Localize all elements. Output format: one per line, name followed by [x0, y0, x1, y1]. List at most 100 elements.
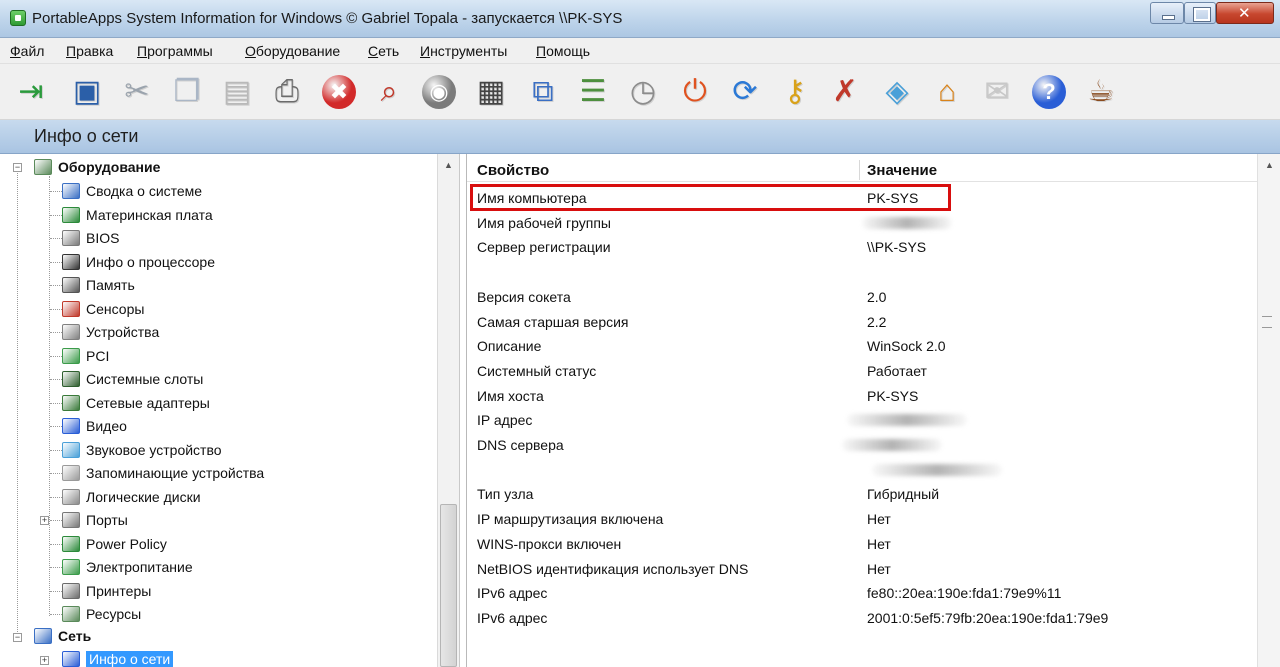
- table-row[interactable]: Сервер регистрации \\PK-SYS: [467, 235, 1257, 259]
- tree-item-memory[interactable]: Память: [62, 274, 135, 296]
- table-row[interactable]: Описание WinSock 2.0: [467, 334, 1257, 358]
- table-row[interactable]: Тип узла Гибридный: [467, 482, 1257, 506]
- tree-item-battery[interactable]: Электропитание: [62, 556, 193, 578]
- tree-item-sensor[interactable]: Сенсоры: [62, 298, 144, 320]
- ports-expander[interactable]: +: [40, 516, 49, 525]
- toolbar-button-stop[interactable]: ✖: [320, 73, 358, 111]
- network-expander[interactable]: −: [13, 633, 22, 642]
- table-row[interactable]: Имя хоста PK-SYS: [467, 384, 1257, 408]
- menu-network[interactable]: Сеть: [368, 43, 399, 59]
- tools-icon: ✗: [832, 75, 858, 108]
- details-scroll-up-arrow[interactable]: ▲: [1265, 160, 1274, 170]
- details-scrollbar-grip[interactable]: [1262, 316, 1272, 328]
- tree-item-network[interactable]: Сеть: [34, 625, 91, 647]
- tree-item-cpu[interactable]: Инфо о процессоре: [62, 251, 215, 273]
- motherboard-icon: [62, 206, 80, 223]
- toolbar-button-copy[interactable]: ❐: [168, 73, 206, 111]
- tree-item-label: Логические диски: [86, 488, 201, 505]
- map-icon: ◈: [885, 75, 909, 108]
- tree-item-printer[interactable]: Принтеры: [62, 580, 151, 602]
- table-row[interactable]: IPv6 адрес fe80::20ea:190e:fda1:79e9%11: [467, 581, 1257, 605]
- tree-item-ports[interactable]: Порты: [62, 509, 128, 531]
- info-icon: [62, 651, 80, 667]
- table-row[interactable]: [467, 260, 1257, 284]
- toolbar-button-paste[interactable]: ▤: [218, 73, 256, 111]
- toolbar-button-list[interactable]: ☰: [574, 73, 612, 111]
- tree-item-label: Видео: [86, 418, 127, 434]
- hardware-icon: [34, 159, 52, 175]
- toolbar-button-map[interactable]: ◈: [878, 73, 916, 111]
- network-info-expander[interactable]: +: [40, 656, 49, 665]
- tree-item-resources[interactable]: Ресурсы: [62, 603, 141, 625]
- tree-item-pci[interactable]: PCI: [62, 345, 109, 367]
- tree-item-slots[interactable]: Системные слоты: [62, 368, 203, 390]
- table-row[interactable]: WINS-прокси включен Нет: [467, 532, 1257, 556]
- navigation-tree[interactable]: − Оборудование Сводка о системе Материнская…: [0, 154, 460, 667]
- menu-help[interactable]: Помощь: [536, 43, 590, 59]
- toolbar-button-key[interactable]: ⚷: [776, 73, 814, 111]
- tree-item-bios[interactable]: BIOS: [62, 227, 119, 249]
- tree-item-motherboard[interactable]: Материнская плата: [62, 204, 213, 226]
- toolbar-button-coffee[interactable]: ☕: [1082, 73, 1120, 111]
- toolbar-button-network[interactable]: ⧉: [524, 73, 562, 111]
- table-row[interactable]: Имя рабочей группы: [467, 211, 1257, 235]
- menu-edit[interactable]: Правка: [66, 43, 113, 59]
- table-row[interactable]: IP адрес: [467, 408, 1257, 432]
- minimize-button[interactable]: [1150, 2, 1184, 24]
- tree-item-devices[interactable]: Устройства: [62, 321, 159, 343]
- toolbar-button-save[interactable]: ▣: [68, 73, 106, 111]
- tree-item-label: Оборудование: [58, 159, 161, 175]
- table-row[interactable]: Самая старшая версия 2.2: [467, 310, 1257, 334]
- toolbar-button-help[interactable]: ?: [1030, 73, 1068, 111]
- toolbar-button-power[interactable]: ⏻: [676, 73, 714, 111]
- toolbar-button-refresh[interactable]: ⟳: [726, 73, 764, 111]
- toolbar-button-cut[interactable]: ✂: [118, 73, 156, 111]
- toolbar-button-find[interactable]: ⌕: [370, 73, 408, 111]
- table-row[interactable]: IPv6 адрес 2001:0:5ef5:79fb:20ea:190e:fda…: [467, 606, 1257, 630]
- tree-item-disk[interactable]: Логические диски: [62, 486, 201, 508]
- sensor-icon: [62, 300, 80, 317]
- menu-file[interactable]: Файл: [10, 43, 44, 59]
- page-title: Инфо о сети: [34, 126, 139, 146]
- tree-guide-line: [50, 191, 62, 192]
- tree-item-hardware[interactable]: Оборудование: [34, 156, 160, 178]
- table-row[interactable]: [467, 458, 1257, 482]
- table-row[interactable]: Версия сокета 2.0: [467, 285, 1257, 309]
- column-divider[interactable]: [859, 160, 860, 180]
- title-bar[interactable]: PortableApps System Information for Wind…: [0, 0, 1280, 38]
- column-header-property[interactable]: Свойство: [477, 162, 549, 179]
- tree-item-network-adapter[interactable]: Сетевые адаптеры: [62, 392, 210, 414]
- tree-item-video[interactable]: Видео: [62, 415, 127, 437]
- tree-scrollbar-thumb[interactable]: [440, 504, 457, 667]
- redacted-value: [872, 463, 1002, 476]
- toolbar-button-home[interactable]: ⌂: [928, 73, 966, 111]
- tree-item-sound[interactable]: Звуковое устройство: [62, 439, 222, 461]
- table-row[interactable]: IP маршрутизация включена Нет: [467, 507, 1257, 531]
- toolbar-button-memory[interactable]: ▦: [472, 73, 510, 111]
- tree-item-power-policy[interactable]: Power Policy: [62, 533, 167, 555]
- toolbar-button-stopwatch[interactable]: ◷: [624, 73, 662, 111]
- menu-hardware[interactable]: Оборудование: [245, 43, 340, 59]
- tree-scroll-up-arrow[interactable]: ▲: [444, 160, 453, 170]
- hardware-expander[interactable]: −: [13, 163, 22, 172]
- table-row[interactable]: DNS сервера: [467, 433, 1257, 457]
- maximize-button[interactable]: [1184, 2, 1216, 24]
- tree-item-label: Устройства: [86, 324, 160, 340]
- column-header-value[interactable]: Значение: [867, 162, 937, 179]
- toolbar-button-tools[interactable]: ✗: [826, 73, 864, 111]
- table-row[interactable]: Системный статус Работает: [467, 359, 1257, 383]
- details-scrollbar[interactable]: [1257, 154, 1280, 667]
- details-list[interactable]: Свойство Значение Имя компьютера PK-SYS Им…: [466, 154, 1280, 667]
- property-name: DNS сервера: [477, 437, 564, 453]
- menu-programs[interactable]: Программы: [137, 43, 213, 59]
- tree-item-network-info[interactable]: Инфо о сети: [62, 648, 174, 667]
- toolbar-button-gauge[interactable]: ◉: [420, 73, 458, 111]
- tree-item-storage[interactable]: Запоминающие устройства: [62, 462, 264, 484]
- toolbar-button-print[interactable]: ⎙: [268, 73, 306, 111]
- table-row[interactable]: NetBIOS идентификация использует DNS Нет: [467, 557, 1257, 581]
- toolbar-button-exit[interactable]: ⇥: [12, 73, 50, 111]
- menu-tools[interactable]: Инструменты: [420, 43, 507, 59]
- toolbar-button-mail[interactable]: ✉: [978, 73, 1016, 111]
- close-button[interactable]: [1216, 2, 1274, 24]
- tree-item-computer[interactable]: Сводка о системе: [62, 180, 202, 202]
